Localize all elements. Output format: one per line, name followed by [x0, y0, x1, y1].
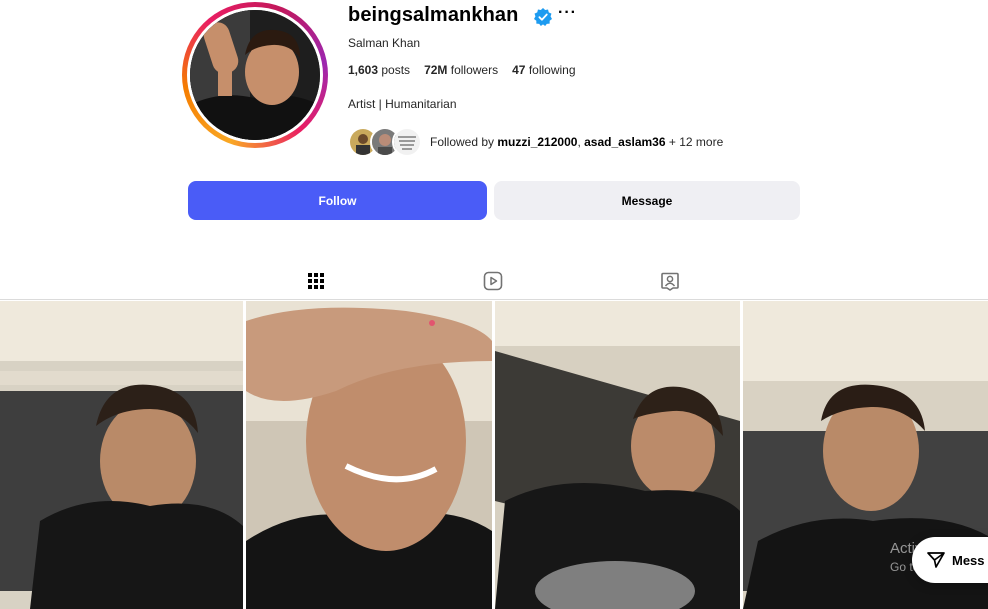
- tab-reels[interactable]: [464, 262, 522, 299]
- follow-button[interactable]: Follow: [188, 181, 487, 220]
- posts-label: posts: [381, 63, 411, 77]
- following-label: following: [528, 63, 576, 77]
- followers-stat[interactable]: 72M followers: [424, 63, 498, 77]
- profile-username: beingsalmankhan: [348, 4, 519, 26]
- followed-by-row[interactable]: Followed by muzzi_212000, asad_aslam36 +…: [348, 127, 723, 157]
- followed-by-separator: ,: [577, 135, 581, 149]
- followed-by-text: Followed by muzzi_212000, asad_aslam36 +…: [430, 135, 723, 149]
- grid-icon: [308, 272, 324, 289]
- profile-avatar[interactable]: [182, 2, 328, 148]
- profile-stats: 1,603 posts 72M followers 47 following: [348, 63, 576, 77]
- post-thumbnail[interactable]: [495, 301, 740, 609]
- mutual-user-1[interactable]: muzzi_212000: [497, 135, 577, 149]
- tabs-divider: [0, 299, 988, 300]
- followers-label: followers: [450, 63, 499, 77]
- followed-by-more[interactable]: + 12 more: [669, 135, 723, 149]
- tab-tagged[interactable]: [641, 262, 699, 299]
- tab-posts[interactable]: [287, 262, 345, 300]
- profile-page: beingsalmankhan ··· Salman Khan 1,603 po…: [0, 0, 988, 609]
- verified-badge-icon: [534, 8, 552, 26]
- posts-stat: 1,603 posts: [348, 63, 410, 77]
- following-count: 47: [512, 63, 526, 77]
- following-stat[interactable]: 47 following: [512, 63, 575, 77]
- followers-count: 72M: [424, 63, 448, 77]
- post-thumbnail[interactable]: [0, 301, 243, 609]
- messages-floating-button[interactable]: Mess: [912, 537, 988, 583]
- profile-photo: [190, 10, 320, 140]
- message-button[interactable]: Message: [494, 181, 800, 220]
- followed-by-prefix: Followed by: [430, 135, 495, 149]
- mutual-avatar: [392, 127, 422, 157]
- posts-grid: [0, 301, 988, 609]
- post-thumbnail[interactable]: [246, 301, 492, 609]
- mutual-user-2[interactable]: asad_aslam36: [584, 135, 665, 149]
- reels-icon: [483, 271, 503, 290]
- send-icon: [927, 552, 945, 568]
- profile-bio: Artist | Humanitarian: [348, 97, 457, 111]
- posts-count: 1,603: [348, 63, 379, 77]
- profile-full-name: Salman Khan: [348, 36, 421, 50]
- tagged-user-icon: [661, 272, 679, 291]
- messages-label: Mess: [952, 552, 985, 568]
- more-options-button[interactable]: ···: [558, 4, 577, 22]
